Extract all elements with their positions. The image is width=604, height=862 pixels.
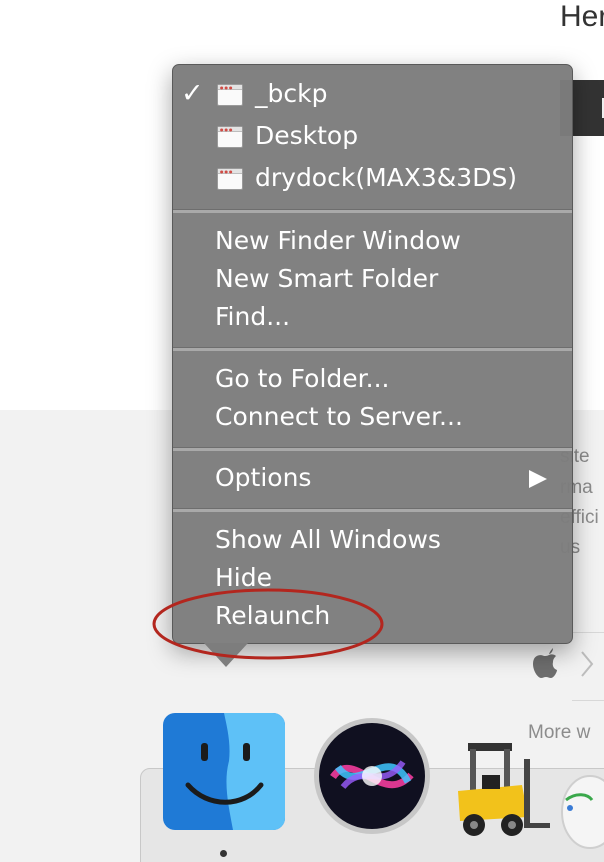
menu-separator bbox=[173, 347, 572, 351]
menu-window-item[interactable]: ✓ ●●● _bckp bbox=[173, 73, 572, 113]
menu-pointer bbox=[204, 643, 248, 667]
menu-window-label: Desktop bbox=[255, 121, 359, 150]
window-icon: ●●● bbox=[217, 168, 243, 190]
menu-separator bbox=[173, 447, 572, 451]
page-heading-fragment: Her bbox=[560, 0, 604, 33]
menu-separator bbox=[173, 209, 572, 213]
menu-item-find[interactable]: Find... bbox=[215, 302, 290, 332]
running-indicator bbox=[220, 850, 227, 857]
dock-context-menu: ✓ ●●● _bckp ●●● Desktop ●●● drydock(MAX3… bbox=[172, 64, 573, 644]
breadcrumb-chevron-icon bbox=[581, 651, 594, 677]
siri-icon[interactable] bbox=[313, 717, 431, 835]
mouse-app-icon[interactable] bbox=[556, 770, 604, 850]
menu-item-go-to-folder[interactable]: Go to Folder... bbox=[215, 364, 389, 394]
window-icon: ●●● bbox=[217, 84, 243, 106]
menu-window-label: drydock(MAX3&3DS) bbox=[255, 163, 518, 192]
submenu-arrow-icon bbox=[529, 470, 547, 488]
divider bbox=[572, 632, 604, 633]
menu-item-new-smart-folder[interactable]: New Smart Folder bbox=[215, 264, 438, 294]
window-icon: ●●● bbox=[217, 126, 243, 148]
menu-item-relaunch[interactable]: Relaunch bbox=[215, 601, 330, 631]
menu-window-item[interactable]: ●●● Desktop bbox=[173, 115, 572, 155]
forklift-icon[interactable] bbox=[440, 735, 550, 845]
menu-window-label: _bckp bbox=[255, 79, 328, 108]
menu-item-hide[interactable]: Hide bbox=[215, 563, 272, 593]
menu-window-item[interactable]: ●●● drydock(MAX3&3DS) bbox=[173, 157, 572, 197]
menu-separator bbox=[173, 508, 572, 512]
finder-icon[interactable] bbox=[163, 713, 285, 830]
menu-item-connect-to-server[interactable]: Connect to Server... bbox=[215, 402, 463, 432]
apple-logo-icon[interactable] bbox=[530, 648, 558, 678]
menu-item-options[interactable]: Options bbox=[215, 463, 311, 493]
divider bbox=[572, 700, 604, 701]
menu-item-new-finder-window[interactable]: New Finder Window bbox=[215, 226, 461, 256]
menu-item-show-all-windows[interactable]: Show All Windows bbox=[215, 525, 441, 555]
checkmark-icon: ✓ bbox=[181, 78, 204, 109]
